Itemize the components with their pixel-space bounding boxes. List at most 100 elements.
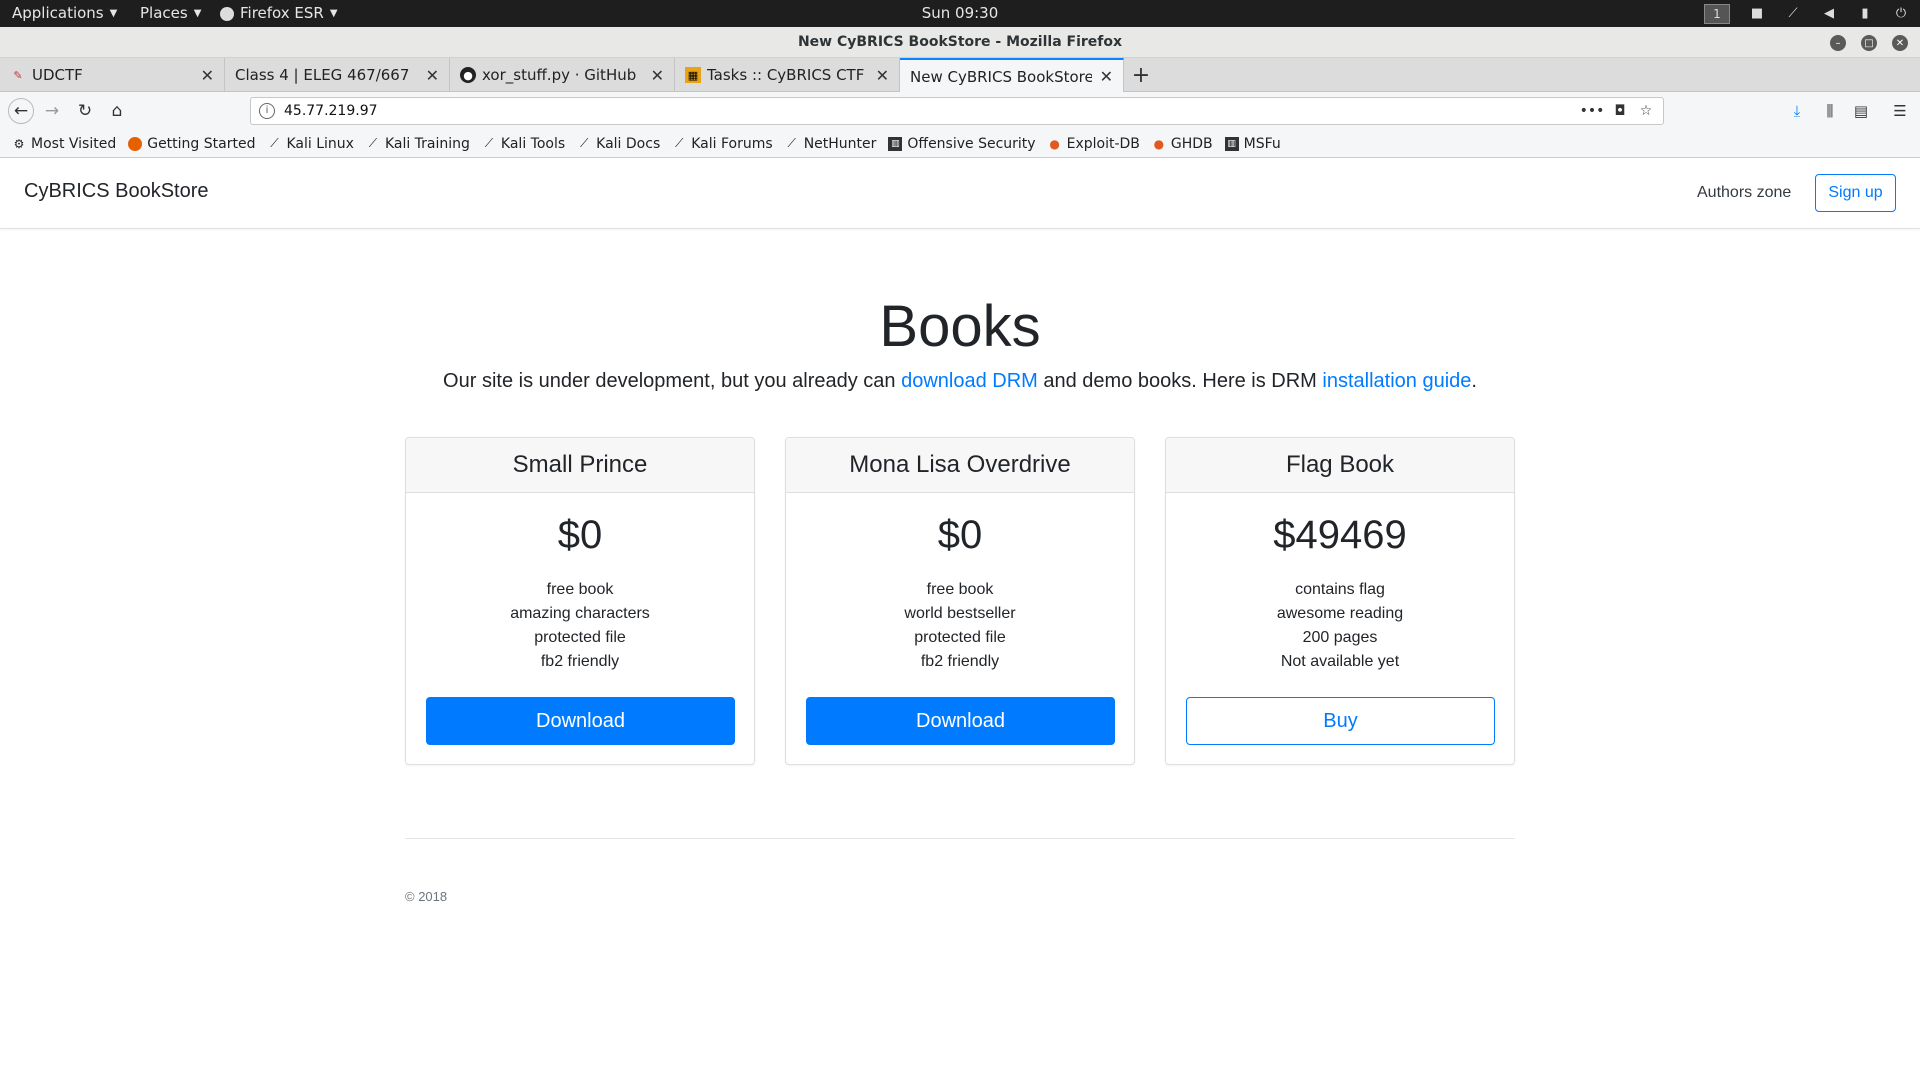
network-icon[interactable]: ⟋ (1784, 5, 1802, 23)
close-tab-icon[interactable]: ✕ (426, 66, 439, 85)
window-titlebar: New CyBRICS BookStore - Mozilla Firefox … (0, 27, 1920, 58)
sign-up-button[interactable]: Sign up (1815, 174, 1896, 212)
close-tab-icon[interactable]: ✕ (1100, 67, 1113, 86)
new-tab-plus-icon[interactable]: + (1128, 58, 1154, 92)
sidebar-icon[interactable]: ▤ (1851, 101, 1871, 121)
close-tab-icon[interactable]: ✕ (651, 66, 664, 85)
maximize-icon[interactable]: □ (1861, 35, 1877, 51)
tab-label: xor_stuff.py · GitHub (482, 66, 637, 84)
tab-cybrics-tasks[interactable]: ▦ Tasks :: CyBRICS CTF 20 ✕ (675, 58, 900, 92)
site-brand[interactable]: CyBRICS BookStore (24, 180, 209, 203)
url-bar[interactable]: i 45.77.219.97 ••• ◘ ☆ (250, 97, 1664, 125)
bookmark-kali-training[interactable]: ⟋ Kali Training (366, 136, 470, 152)
card-title: Flag Book (1166, 438, 1514, 493)
installation-guide-link[interactable]: installation guide (1322, 370, 1471, 392)
back-arrow-icon[interactable]: ← (8, 98, 34, 124)
bookmark-msfu[interactable]: ▥ MSFu (1224, 136, 1281, 152)
navigation-toolbar: ← → ↻ ⌂ i 45.77.219.97 ••• ◘ ☆ ⤓ ⫼ ▤ ☰ (0, 92, 1920, 130)
feature-item: protected file (534, 629, 626, 646)
firefox-icon (128, 136, 143, 151)
places-menu[interactable]: Places ▼ (140, 0, 201, 27)
card-title: Small Prince (406, 438, 754, 493)
download-button[interactable]: Download (426, 697, 735, 745)
tab-strip: ✎ UDCTF ✕ Class 4 | ELEG 467/667 ✕ ● xor… (0, 58, 1920, 93)
forward-arrow-icon[interactable]: → (40, 99, 64, 123)
authors-zone-link[interactable]: Authors zone (1697, 184, 1791, 202)
applications-menu[interactable]: Applications ▼ (12, 0, 117, 27)
system-tray: 1 ■ ⟋ ◀ ▮ ⏻ (1704, 0, 1910, 27)
bookmark-kali-tools[interactable]: ⟋ Kali Tools (482, 136, 565, 152)
chevron-down-icon: ▼ (193, 8, 202, 19)
copyright-text: © 2018 (405, 889, 448, 904)
bookmark-label: Offensive Security (907, 135, 1036, 152)
home-icon[interactable]: ⌂ (105, 99, 129, 123)
pocket-icon[interactable]: ◘ (1609, 101, 1631, 121)
book-card-mona-lisa: Mona Lisa Overdrive $0 free book world b… (785, 437, 1135, 765)
close-tab-icon[interactable]: ✕ (201, 66, 214, 85)
tab-label: Tasks :: CyBRICS CTF 20 (707, 66, 868, 84)
close-tab-icon[interactable]: ✕ (876, 66, 889, 85)
system-top-bar: Applications ▼ Places ▼ Firefox ESR ▼ Su… (0, 0, 1920, 27)
tab-bookstore-active[interactable]: New CyBRICS BookStore ✕ (900, 58, 1124, 93)
bookmark-most-visited[interactable]: ⚙ Most Visited (12, 135, 117, 152)
cybrics-icon: ▦ (685, 67, 701, 83)
tab-udctf[interactable]: ✎ UDCTF ✕ (0, 58, 225, 92)
download-drm-link[interactable]: download DRM (901, 370, 1038, 392)
buy-button[interactable]: Buy (1186, 697, 1495, 745)
tab-label: New CyBRICS BookStore (910, 67, 1092, 86)
kali-icon: ⟋ (675, 136, 684, 150)
exploitdb-icon: ● (1049, 136, 1060, 151)
firefox-app-menu[interactable]: Firefox ESR ▼ (220, 0, 338, 27)
reload-icon[interactable]: ↻ (73, 99, 97, 123)
bookmark-star-icon[interactable]: ☆ (1635, 101, 1657, 121)
bookmark-label: Kali Training (384, 135, 470, 152)
places-menu-label: Places (140, 4, 188, 22)
close-icon[interactable]: ✕ (1892, 35, 1908, 51)
tab-class4[interactable]: Class 4 | ELEG 467/667 ✕ (225, 58, 450, 92)
hamburger-menu-icon[interactable]: ☰ (1890, 101, 1910, 121)
video-camera-icon[interactable]: ■ (1748, 5, 1766, 23)
applications-menu-label: Applications (12, 4, 104, 22)
kali-icon: ⟋ (579, 136, 589, 150)
page-content: CyBRICS BookStore Authors zone Sign up B… (0, 158, 1920, 1080)
battery-icon[interactable]: ▮ (1856, 5, 1874, 23)
bookmark-label: Exploit-DB (1066, 135, 1140, 152)
tab-label: UDCTF (32, 66, 83, 84)
offsec-icon: ▥ (1224, 136, 1239, 151)
bookmark-nethunter[interactable]: ⟋ NetHunter (785, 136, 876, 152)
card-price: $0 (937, 513, 983, 557)
offsec-icon: ▥ (888, 136, 903, 151)
bookmark-label: Most Visited (31, 135, 117, 152)
gear-icon: ⚙ (13, 136, 25, 151)
minimize-icon[interactable]: – (1830, 35, 1846, 51)
bookmark-ghdb[interactable]: ● GHDB (1152, 136, 1213, 152)
feature-list: free book world bestseller protected fil… (786, 578, 1134, 674)
bookmark-label: Getting Started (147, 135, 256, 152)
bookmark-kali-linux[interactable]: ⟋ Kali Linux (267, 136, 354, 152)
library-icon[interactable]: ⫼ (1820, 101, 1840, 121)
bookmark-label: Kali Tools (500, 135, 566, 152)
bookmark-kali-docs[interactable]: ⟋ Kali Docs (577, 136, 660, 152)
lead-text-part: and demo books. Here is DRM (1037, 370, 1323, 392)
kali-icon: ⟋ (368, 136, 378, 150)
bookmark-exploit-db[interactable]: ● Exploit-DB (1048, 136, 1140, 152)
url-text[interactable]: 45.77.219.97 (284, 98, 378, 124)
workspace-indicator[interactable]: 1 (1704, 3, 1730, 24)
bookmark-getting-started[interactable]: Getting Started (128, 136, 255, 152)
bookmark-label: Kali Docs (596, 135, 661, 152)
feature-item: contains flag (1295, 581, 1385, 598)
volume-icon[interactable]: ◀ (1820, 5, 1838, 23)
book-card-flag-book: Flag Book $49469 contains flag awesome r… (1165, 437, 1515, 765)
more-actions-icon[interactable]: ••• (1580, 101, 1605, 121)
info-icon[interactable]: i (259, 103, 275, 119)
firefox-app-menu-label: Firefox ESR (240, 4, 324, 22)
downloads-icon[interactable]: ⤓ (1787, 101, 1807, 121)
bookmark-offensive-security[interactable]: ▥ Offensive Security (888, 135, 1036, 152)
tab-github[interactable]: ● xor_stuff.py · GitHub ✕ (450, 58, 675, 92)
github-icon: ● (460, 67, 476, 83)
power-icon[interactable]: ⏻ (1892, 5, 1910, 23)
kali-icon: ⟋ (484, 136, 494, 150)
bookmark-kali-forums[interactable]: ⟋ Kali Forums (672, 136, 773, 152)
download-button[interactable]: Download (806, 697, 1115, 745)
kali-icon: ⟋ (270, 136, 279, 150)
